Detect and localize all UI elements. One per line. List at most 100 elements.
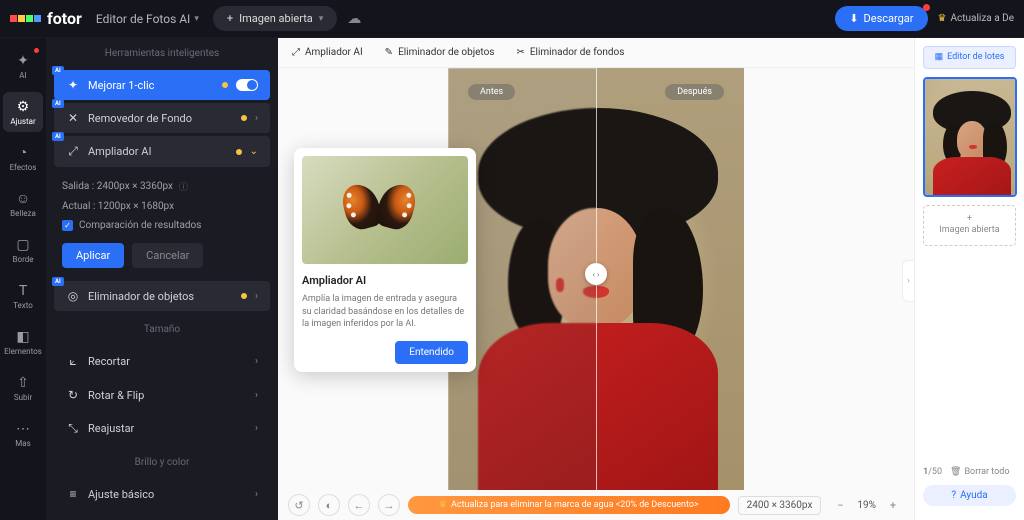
ai-badge: AI xyxy=(52,66,64,75)
upload-icon: ⇧ xyxy=(17,375,29,391)
left-rail: ✦AI ⚙Ajustar ◔Efectos ☺Belleza ▢Borde TT… xyxy=(0,38,46,520)
resize-icon: ⤡ xyxy=(66,421,80,436)
section-size-title: Tamaño xyxy=(46,314,278,343)
text-icon: T xyxy=(19,283,27,299)
crown-icon: ♛ xyxy=(439,500,447,510)
upscaler-subpanel: Salida : 2400px × 3360pxⓘ Actual : 1200p… xyxy=(46,170,278,278)
upscale-icon: ⤢ xyxy=(292,47,300,58)
sparkle-icon: ✦ xyxy=(17,53,29,69)
comparison-image: Antes Después ‹ › xyxy=(448,68,744,490)
rail-item-effects[interactable]: ◔Efectos xyxy=(3,138,43,178)
tool-bg-remover[interactable]: AI ✕ Removedor de Fondo › xyxy=(54,103,270,133)
download-label: Descargar xyxy=(864,12,914,25)
chevron-right-icon: › xyxy=(255,489,258,500)
zoom-out-button[interactable]: − xyxy=(829,494,851,516)
right-panel-collapse[interactable]: › xyxy=(902,260,914,302)
help-icon: ? xyxy=(951,490,956,501)
tool-basic-adjust[interactable]: ≡Ajuste básico› xyxy=(54,479,270,509)
add-image-button[interactable]: + Imagen abierta xyxy=(923,205,1016,246)
apply-button[interactable]: Aplicar xyxy=(62,243,124,268)
chevron-right-icon: › xyxy=(255,423,258,434)
brand-logo[interactable]: fotor xyxy=(10,9,82,28)
tool-tone[interactable]: ◐Tono› xyxy=(54,512,270,520)
premium-dot xyxy=(236,149,242,155)
undo-button[interactable]: ← xyxy=(348,494,370,516)
tool-ai-upscaler[interactable]: AI ⤢ Ampliador AI ⌄ xyxy=(54,136,270,167)
download-icon: ⬇ xyxy=(849,12,858,25)
cancel-button[interactable]: Cancelar xyxy=(132,243,203,268)
popup-description: Amplía la imagen de entrada y asegura su… xyxy=(302,293,468,331)
chevron-right-icon: › xyxy=(255,113,258,124)
rail-item-border[interactable]: ▢Borde xyxy=(3,230,43,270)
border-icon: ▢ xyxy=(16,237,29,253)
image-thumbnail[interactable] xyxy=(923,77,1017,197)
help-button[interactable]: ?Ayuda xyxy=(923,485,1016,506)
top-bar: fotor Editor de Fotos AI ▾ + Imagen abie… xyxy=(0,0,1024,38)
plus-icon: + xyxy=(227,12,233,25)
crop-icon: ⟀ xyxy=(66,354,80,369)
tool-enhance-1click[interactable]: AI ✦ Mejorar 1-clic xyxy=(54,70,270,100)
tool-object-remover[interactable]: AI ◎ Eliminador de objetos › xyxy=(54,281,270,311)
download-button[interactable]: ⬇ Descargar xyxy=(835,6,927,31)
rail-item-beauty[interactable]: ☺Belleza xyxy=(3,184,43,224)
wand-icon: ✦ xyxy=(66,78,80,92)
upgrade-label: Actualiza a De xyxy=(950,13,1014,24)
chevron-right-icon: › xyxy=(255,291,258,302)
enhance-toggle[interactable] xyxy=(236,79,258,91)
chevron-down-icon: ⌄ xyxy=(250,146,258,157)
scissors-icon: ✂ xyxy=(516,47,524,58)
chevron-right-icon: › xyxy=(255,356,258,367)
clear-all-button[interactable]: 🗑Borrar todo xyxy=(950,467,1009,477)
tool-rotate[interactable]: ↻Rotar & Flip› xyxy=(54,380,270,410)
open-image-button[interactable]: + Imagen abierta ▾ xyxy=(213,6,337,31)
popup-ok-button[interactable]: Entendido xyxy=(395,341,468,364)
batch-editor-button[interactable]: ▦ Editor de lotes xyxy=(923,46,1016,69)
rail-item-adjust[interactable]: ⚙Ajustar xyxy=(3,92,43,132)
crown-icon: ♛ xyxy=(938,13,947,24)
section-smart-title: Herramientas inteligentes xyxy=(46,38,278,67)
rail-item-upload[interactable]: ⇧Subir xyxy=(3,368,43,408)
sliders-icon: ≡ xyxy=(66,487,80,501)
info-icon[interactable]: ⓘ xyxy=(179,180,188,193)
upscaler-info-popup: Ampliador AI Amplía la imagen de entrada… xyxy=(294,148,476,372)
premium-dot xyxy=(241,293,247,299)
compare-icon[interactable]: ◐ xyxy=(318,494,340,516)
chevron-down-icon: ▾ xyxy=(319,14,324,24)
trash-icon: 🗑 xyxy=(950,467,961,477)
upgrade-watermark-pill[interactable]: ♛Actualiza para eliminar la marca de agu… xyxy=(408,496,730,514)
history-icon[interactable]: ↺ xyxy=(288,494,310,516)
object-remove-icon: ◎ xyxy=(66,289,80,303)
zoom-in-button[interactable]: + xyxy=(882,494,904,516)
logo-icon xyxy=(10,15,41,22)
right-panel: ▦ Editor de lotes + Imagen abierta 1/50 … xyxy=(914,38,1024,520)
tool-crop[interactable]: ⟀Recortar› xyxy=(54,346,270,377)
cloud-sync-icon[interactable]: ☁ xyxy=(347,11,361,27)
before-label: Antes xyxy=(468,84,515,100)
open-image-label: Imagen abierta xyxy=(239,12,313,25)
upgrade-link[interactable]: ♛ Actualiza a De xyxy=(938,13,1014,24)
elements-icon: ◧ xyxy=(16,329,29,345)
compare-checkbox[interactable]: ✓ xyxy=(62,220,73,231)
brand-text: fotor xyxy=(47,9,82,28)
chevron-right-icon: › xyxy=(255,390,258,401)
rail-item-elements[interactable]: ◧Elementos xyxy=(3,322,43,362)
rail-item-more[interactable]: ⋯Mas xyxy=(3,414,43,454)
eraser-icon: ✕ xyxy=(66,111,80,125)
rail-item-ai[interactable]: ✦AI xyxy=(3,46,43,86)
pager: 1/50 🗑Borrar todo xyxy=(923,467,1016,477)
redo-button[interactable]: → xyxy=(378,494,400,516)
rail-item-text[interactable]: TTexto xyxy=(3,276,43,316)
dimensions-display[interactable]: 2400 × 3360px xyxy=(738,496,822,515)
toolbar-upscaler[interactable]: ⤢Ampliador AI xyxy=(292,47,363,58)
object-remove-icon: ✎ xyxy=(385,47,393,58)
premium-dot xyxy=(222,82,228,88)
premium-dot xyxy=(241,115,247,121)
toolbar-obj-remover[interactable]: ✎Eliminador de objetos xyxy=(385,47,495,58)
chevron-down-icon: ▾ xyxy=(194,14,199,24)
toolbar-bg-remover[interactable]: ✂Eliminador de fondos xyxy=(516,47,624,58)
popup-preview-image xyxy=(302,156,468,264)
editor-type-dropdown[interactable]: Editor de Fotos AI ▾ xyxy=(96,12,199,26)
tool-resize[interactable]: ⤡Reajustar› xyxy=(54,413,270,444)
comparison-slider-handle[interactable]: ‹ › xyxy=(585,263,607,285)
after-label: Después xyxy=(665,84,724,100)
